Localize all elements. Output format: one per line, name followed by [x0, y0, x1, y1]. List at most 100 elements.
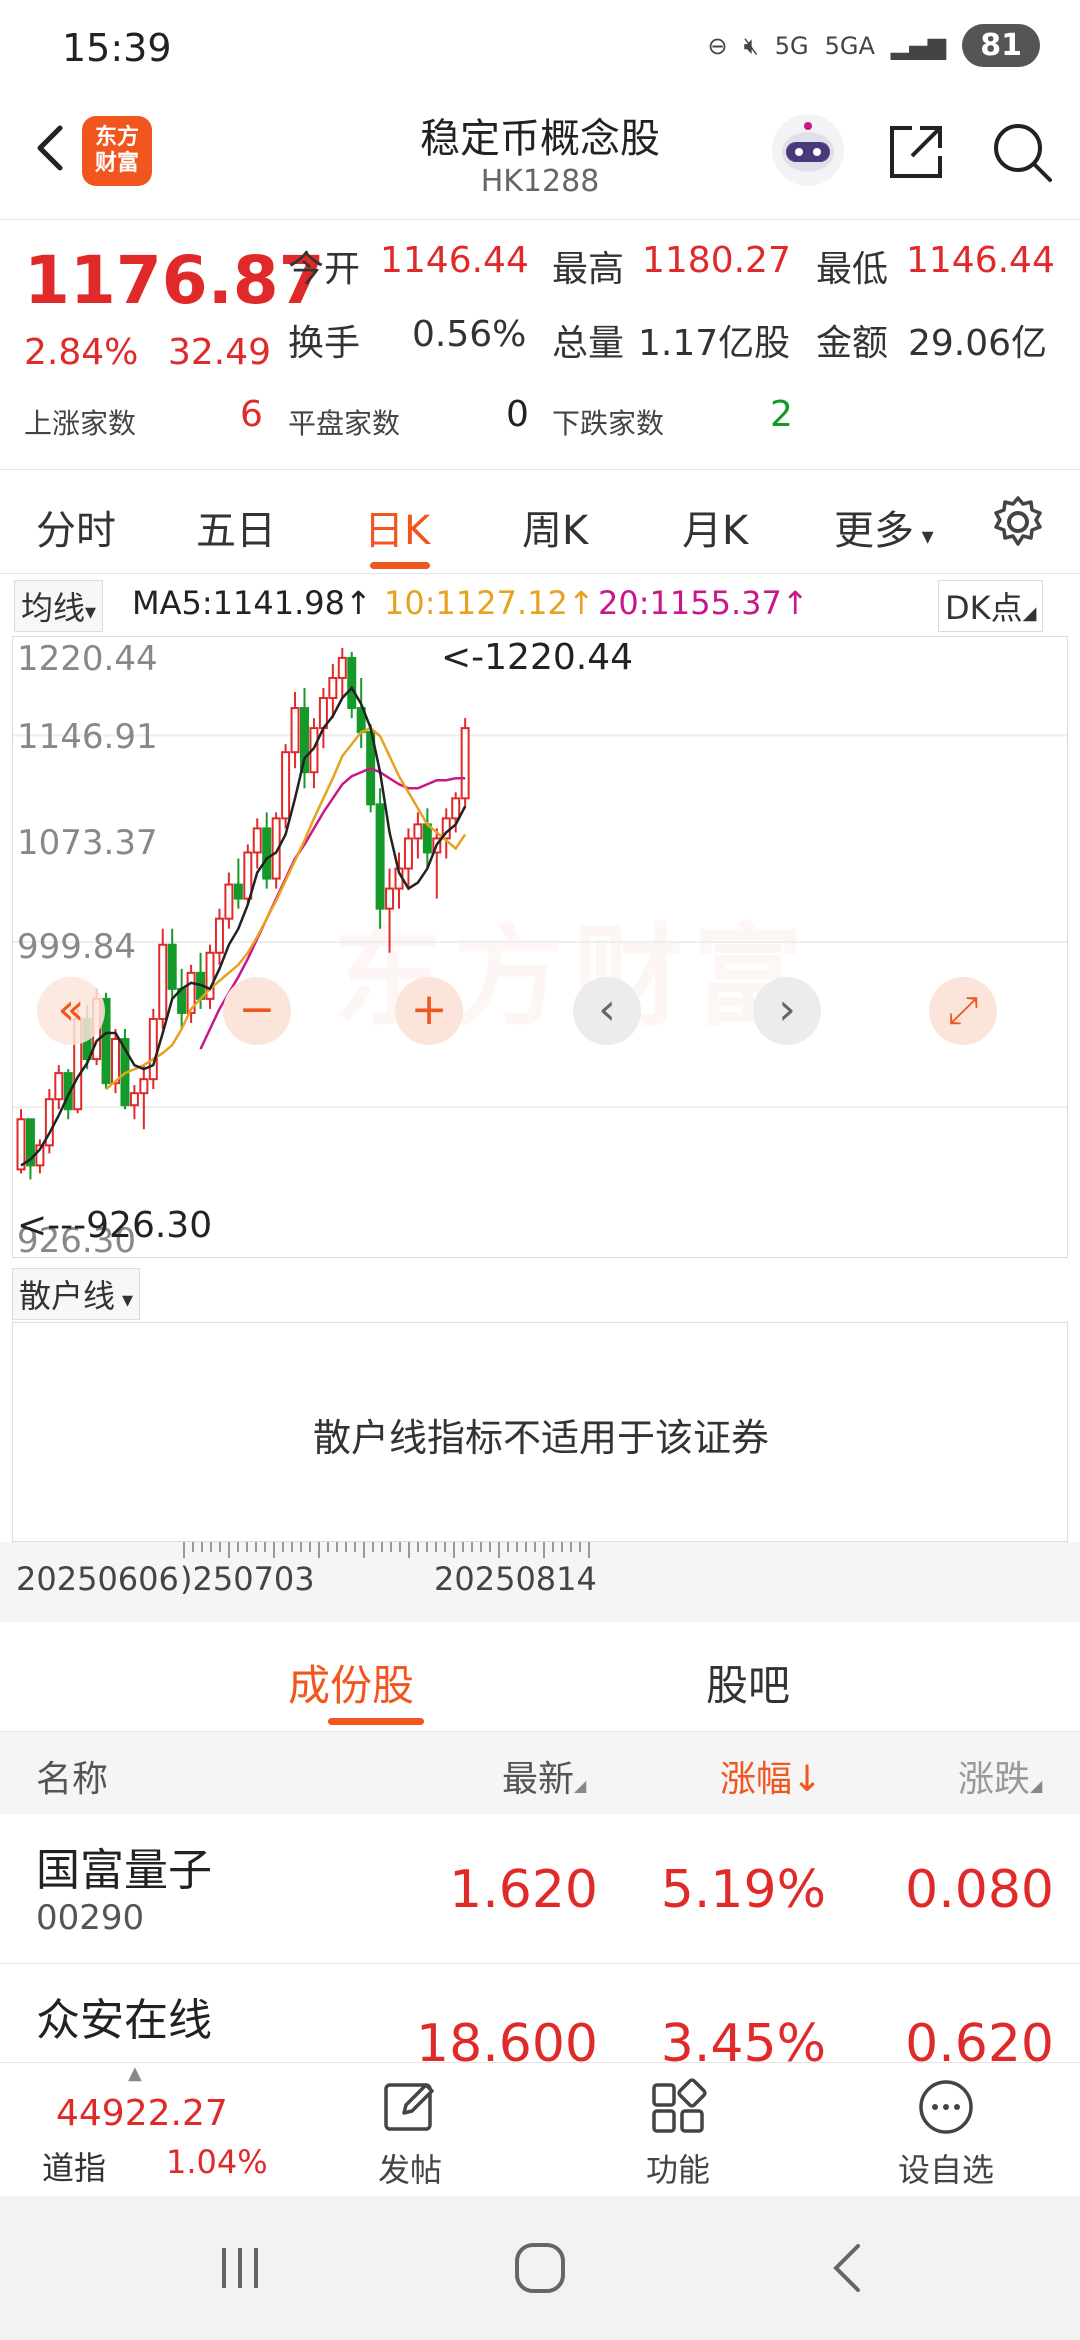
tab-daily-k[interactable]: 日K — [364, 498, 430, 556]
change-percent: 2.84% — [24, 332, 139, 373]
col-change[interactable]: 涨跌◢ — [958, 1750, 1042, 1802]
quote-panel: 1176.87 2.84% 32.49 今开 1146.44 最高 1180.2… — [0, 220, 1080, 470]
table-row[interactable]: 国富量子 00290 1.620 5.19% 0.080 — [0, 1814, 1080, 1964]
candle — [460, 718, 470, 809]
sort-icon: ◢ — [574, 1776, 587, 1795]
next-button[interactable]: › — [753, 977, 821, 1045]
ma5-value: MA5:1141.98↑ — [132, 584, 372, 622]
add-watchlist-button[interactable]: 设自选 — [866, 2077, 1026, 2191]
stock-name: 众安在线 — [36, 1995, 212, 2046]
ma-selector[interactable]: 均线▾ — [14, 580, 104, 632]
dnd-icon: ⊖ — [707, 31, 728, 60]
prev-button[interactable]: ‹ — [573, 977, 641, 1045]
tab-more[interactable]: 更多 ▾ — [834, 498, 934, 556]
col-name[interactable]: 名称 — [36, 1750, 108, 1802]
scroll-left-fast-button[interactable]: « — [37, 977, 105, 1045]
battery-icon: 81 — [962, 24, 1040, 67]
candle — [44, 1089, 54, 1154]
tab-weekly-k[interactable]: 周K — [522, 498, 588, 556]
flat-count: 0 — [506, 394, 529, 435]
recent-apps-icon[interactable] — [214, 2242, 266, 2294]
chart-canvas — [13, 647, 1067, 1180]
index-name: 道指 — [42, 2149, 107, 2187]
signal-bars-icon: ▂▄▆ — [890, 31, 947, 60]
y-tick-label: 1220.44 — [17, 639, 158, 679]
low-value: 1146.44 — [906, 240, 1055, 281]
dk-selector[interactable]: DK点◢ — [938, 580, 1044, 632]
date-label: 20250814 — [434, 1560, 597, 1598]
back-nav-icon[interactable] — [820, 2240, 876, 2296]
candle — [337, 647, 347, 699]
candle — [375, 788, 385, 929]
candle — [158, 928, 168, 1029]
share-icon[interactable] — [884, 120, 948, 184]
indicator-selector[interactable]: 散户线 ▾ — [12, 1268, 141, 1320]
open-label: 今开 — [288, 249, 361, 290]
zoom-out-button[interactable]: − — [223, 977, 291, 1045]
zoom-in-button[interactable]: + — [395, 977, 463, 1045]
post-button[interactable]: 发帖 — [330, 2077, 490, 2191]
index-value[interactable]: 44922.27 — [56, 2093, 228, 2134]
apps-grid-icon — [652, 2078, 707, 2133]
candle — [148, 1008, 158, 1090]
candle — [413, 812, 423, 859]
high-value: 1180.27 — [642, 240, 791, 281]
flat-count-label: 平盘家数 — [288, 407, 401, 440]
period-tabs: 分时 五日 日K 周K 月K 更多 ▾ — [0, 470, 1080, 574]
candle — [120, 1028, 130, 1110]
expand-arrow-icon[interactable]: ▲ — [128, 2063, 142, 2084]
max-price-label: <-1220.44 — [441, 637, 634, 678]
candle — [205, 944, 215, 1009]
page-title: 稳定币概念股 — [420, 116, 660, 162]
candle — [214, 908, 224, 965]
kline-chart[interactable]: 东方财富 1220.44 1146.91 1073.37 999.84 926.… — [12, 636, 1068, 1261]
table-header: 名称 最新◢ 涨幅↓ 涨跌◢ — [0, 1732, 1080, 1814]
tab-forum[interactable]: 股吧 — [706, 1652, 790, 1713]
col-latest[interactable]: 最新◢ — [502, 1750, 586, 1802]
latest-price: 1.620 — [449, 1860, 598, 1920]
y-tick-label: 999.84 — [17, 927, 136, 967]
app-logo: 东方 财富 — [82, 116, 152, 186]
change-value: 32.49 — [168, 332, 272, 373]
status-icons: ⊖ 🔇︎ 5G 5GA ▂▄▆ 81 — [707, 24, 1040, 67]
header: 东方 财富 稳定币概念股 HK1288 — [0, 96, 1080, 220]
signal-5ga-icon: 5GA — [824, 31, 875, 60]
ma20-value: 20:1155.37↑ — [598, 584, 809, 622]
back-icon[interactable] — [22, 118, 82, 178]
down-count-label: 下跌家数 — [552, 407, 665, 440]
tab-intraday[interactable]: 分时 — [36, 498, 116, 556]
mute-icon: 🔇︎ — [743, 31, 759, 60]
stock-name: 国富量子 — [36, 1845, 212, 1896]
more-circle-icon — [919, 2080, 973, 2134]
sub-tabs: 成份股 股吧 — [0, 1622, 1080, 1732]
candle — [347, 651, 357, 719]
tab-five-day[interactable]: 五日 — [196, 498, 276, 556]
down-count: 2 — [770, 394, 793, 435]
date-axis[interactable]: 20250606 )250703 20250814 — [0, 1542, 1080, 1622]
open-value: 1146.44 — [380, 240, 529, 281]
ai-robot-icon[interactable] — [768, 110, 848, 190]
function-button[interactable]: 功能 — [598, 2077, 758, 2191]
fullscreen-button[interactable]: ⤢ — [929, 977, 997, 1045]
candle — [252, 818, 262, 869]
home-icon[interactable] — [512, 2240, 568, 2296]
signal-5g-icon: 5G — [774, 31, 809, 60]
col-change-pct[interactable]: 涨幅↓ — [720, 1750, 822, 1802]
stock-code: 00290 — [36, 1898, 145, 1938]
candle — [309, 718, 319, 789]
volume-label: 总量 — [552, 323, 625, 364]
turnover-label: 换手 — [288, 323, 361, 364]
indicator-panel: 散户线指标不适用于该证券 — [12, 1322, 1068, 1542]
index-percent: 1.04% — [166, 2143, 268, 2181]
tab-constituents[interactable]: 成份股 — [288, 1652, 414, 1713]
tab-monthly-k[interactable]: 月K — [682, 498, 748, 556]
gear-icon[interactable] — [990, 494, 1046, 550]
bottom-toolbar: ▲ 44922.27 道指 1.04% 发帖 功能 设自选 — [0, 2062, 1080, 2196]
tab-underline — [370, 562, 430, 569]
min-price-label: <---926.30 — [17, 1205, 213, 1246]
search-icon[interactable] — [990, 120, 1054, 184]
candle — [177, 968, 187, 1029]
caret-down-icon: ▾ — [85, 600, 97, 625]
turnover-value: 0.56% — [412, 314, 527, 355]
amount-value: 29.06亿 — [908, 323, 1048, 364]
